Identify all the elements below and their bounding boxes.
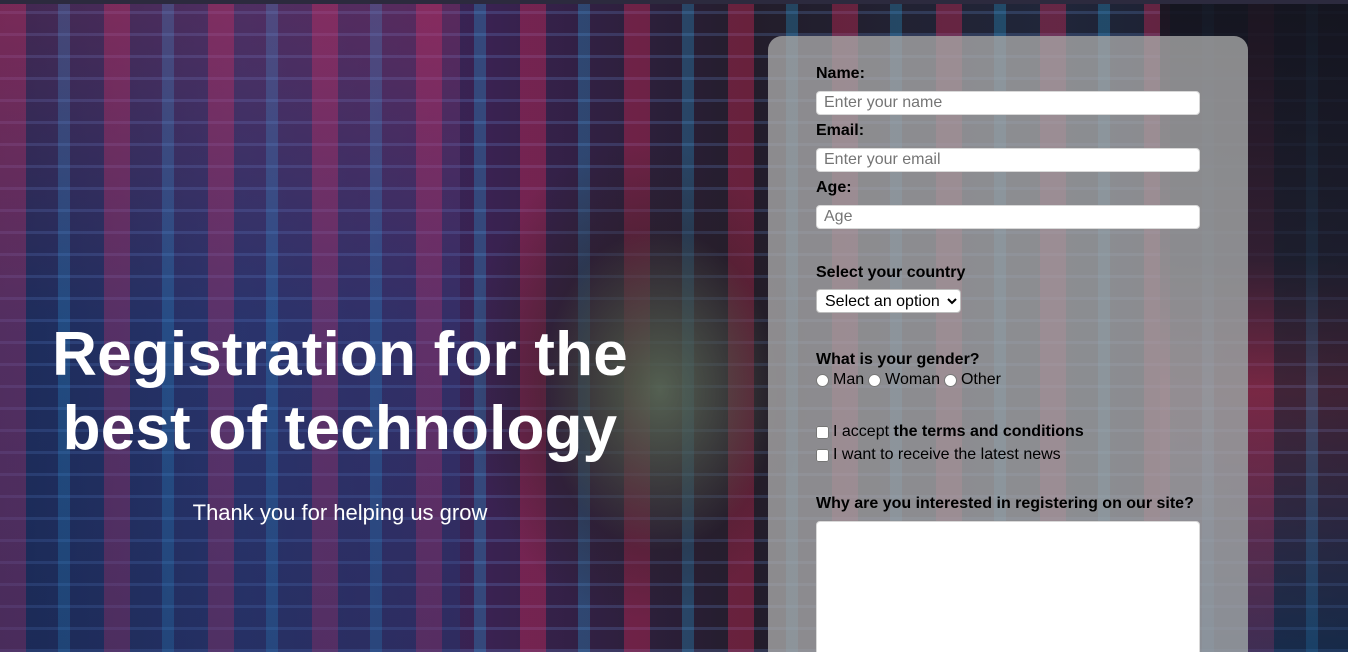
news-row: I want to receive the latest news <box>816 445 1200 465</box>
terms-row: I accept the terms and conditions <box>816 422 1200 442</box>
age-input[interactable] <box>816 205 1200 229</box>
gender-radio-woman[interactable] <box>868 373 882 387</box>
page-title: Registration for the best of technology <box>40 318 640 466</box>
name-input[interactable] <box>816 91 1200 115</box>
terms-label: I accept the terms and conditions <box>833 422 1084 442</box>
email-label: Email: <box>816 122 865 139</box>
gender-option-man-label: Man <box>833 371 865 388</box>
page-subtitle: Thank you for helping us grow <box>192 500 488 525</box>
registration-form: Name: Email: Age: Select your country Se… <box>816 64 1200 652</box>
email-input[interactable] <box>816 148 1200 172</box>
hero-section: Registration for the best of technology … <box>40 318 640 526</box>
gender-option-woman-label: Woman <box>885 371 940 388</box>
age-label: Age: <box>816 179 852 196</box>
country-label: Select your country <box>816 264 966 281</box>
news-checkbox[interactable] <box>816 448 829 462</box>
registration-form-card: Name: Email: Age: Select your country Se… <box>768 36 1248 652</box>
news-label: I want to receive the latest news <box>833 446 1061 463</box>
gender-option-other-label: Other <box>960 371 1001 388</box>
name-label: Name: <box>816 65 865 82</box>
gender-options: Man Woman Other <box>816 370 1200 390</box>
terms-link-text: the terms and conditions <box>893 423 1084 440</box>
terms-prefix: I accept <box>833 423 894 440</box>
gender-radio-man[interactable] <box>816 373 829 387</box>
reason-label: Why are you interested in registering on… <box>816 495 1194 512</box>
terms-checkbox[interactable] <box>816 425 829 439</box>
gender-radio-other[interactable] <box>943 373 957 387</box>
reason-textarea[interactable] <box>816 521 1200 652</box>
gender-label: What is your gender? <box>816 351 980 368</box>
top-bar <box>0 0 1348 4</box>
title-line-2: best of technology <box>62 394 618 463</box>
title-line-1: Registration for the <box>52 320 628 389</box>
country-select[interactable]: Select an option <box>816 289 961 313</box>
